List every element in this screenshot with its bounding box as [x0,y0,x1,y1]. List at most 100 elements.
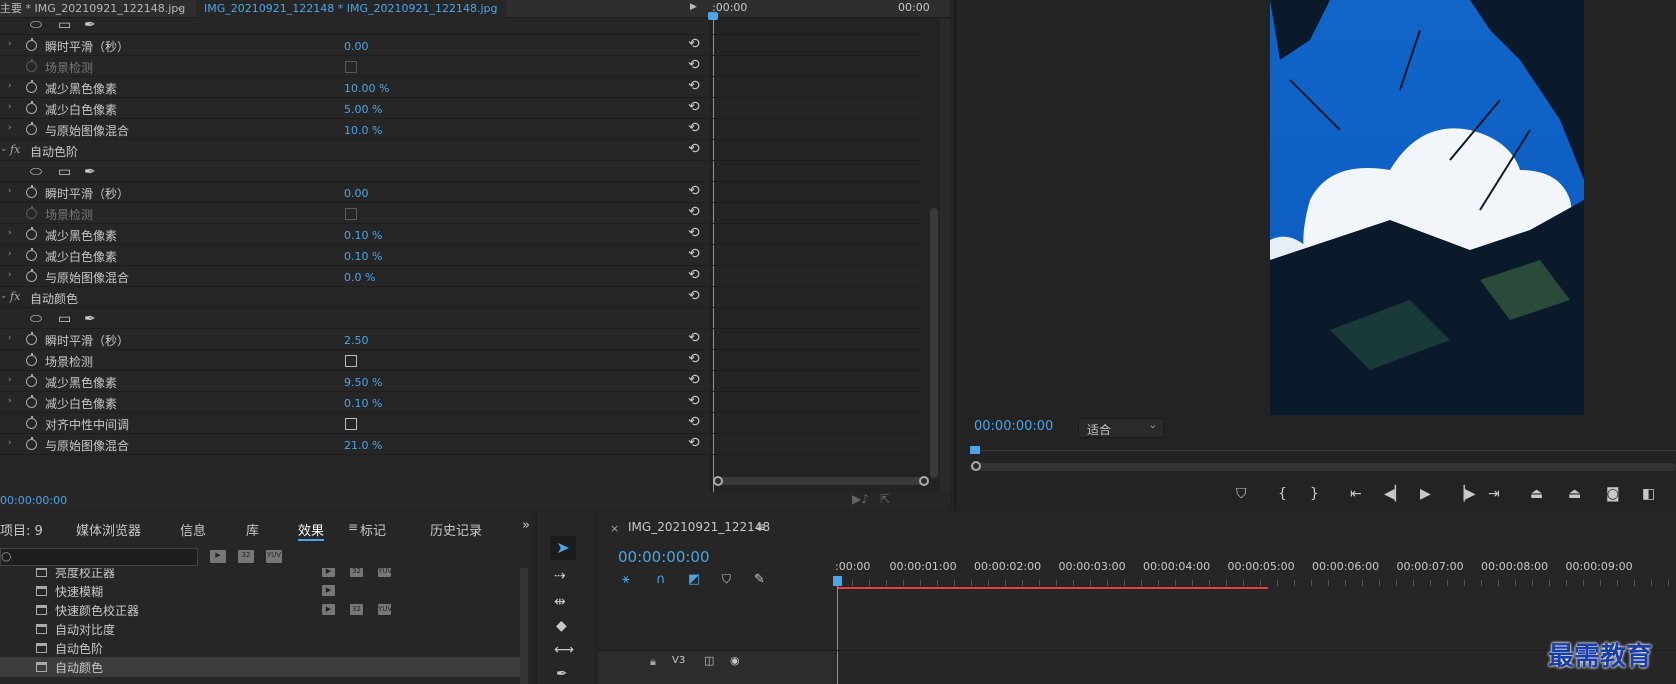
effects-search-input[interactable]: ○ [0,548,198,566]
32bit-effects-icon[interactable]: 32 [238,550,254,563]
nest-icon[interactable]: ⚹ [622,572,630,587]
panel-menu-icon[interactable]: ≡ [756,520,766,534]
sync-lock-icon[interactable]: ◫ [704,654,714,667]
reset-icon[interactable]: ⟲ [688,288,700,304]
yuv-effects-icon[interactable]: YUV [266,550,282,563]
stopwatch-icon[interactable] [26,269,37,282]
effect-row-check[interactable]: 场景检测 ⟲ [0,350,710,371]
mark-in-icon[interactable]: { [1278,486,1287,502]
effect-list-item[interactable]: 自动色阶 [0,638,520,658]
stopwatch-icon[interactable] [26,80,37,93]
effect-row-prop[interactable]: › 与原始图像混合 0.0 % ⟲ [0,266,710,287]
track-select-tool[interactable]: ⇢ [554,568,566,584]
fx-icon[interactable]: fx [10,143,20,156]
property-value[interactable]: 0.10 % [344,229,382,242]
scroll-handle-left[interactable] [971,461,981,471]
scene-detect-checkbox[interactable] [345,355,357,367]
reset-icon[interactable]: ⟲ [688,57,700,73]
panel-menu-icon[interactable]: ≡ [348,520,358,534]
add-marker-icon[interactable]: ⛉ [722,572,731,587]
effects-list-scrollbar[interactable] [520,568,528,684]
linked-selection-icon[interactable]: ◩ [688,572,700,587]
stopwatch-icon[interactable] [26,59,37,72]
reset-icon[interactable]: ⟲ [688,141,700,157]
scene-detect-checkbox[interactable] [345,208,357,220]
rectangle-mask-icon[interactable]: ▭ [58,311,71,327]
scrollbar-thumb[interactable] [930,208,938,478]
effect-row-check[interactable]: 对齐中性中间调 ⟲ [0,413,710,434]
tab-4[interactable]: 效果 [298,520,325,541]
chevron-right-icon[interactable]: › [8,438,12,448]
play-triangle-icon[interactable]: ▶ [690,2,697,12]
effect-list-item[interactable]: 快速颜色校正器 ▶ 32 YUV [0,600,520,620]
chevron-right-icon[interactable]: › [8,39,12,49]
stopwatch-icon[interactable] [26,248,37,261]
pen-mask-icon[interactable]: ✒ [84,164,96,180]
effect-row-mask[interactable]: ⬭ ▭ ✒ [0,14,710,35]
footer-timecode[interactable]: 00:00:00:00 [0,494,67,507]
property-value[interactable]: 0.0 % [344,271,375,284]
effect-row-prop[interactable]: › 瞬时平滑（秒） 0.00 ⟲ [0,182,710,203]
kf-zoom-scrollbar[interactable] [713,476,929,486]
property-value[interactable]: 9.50 % [344,376,382,389]
ellipse-mask-icon[interactable]: ⬭ [30,311,42,327]
scroll-handle-left[interactable] [713,476,723,486]
stopwatch-icon[interactable] [26,206,37,219]
reset-icon[interactable]: ⟲ [688,78,700,94]
stopwatch-icon[interactable] [26,38,37,51]
property-value[interactable]: 10.0 % [344,124,382,137]
fx-icon[interactable]: fx [10,290,20,303]
property-value[interactable]: 0.10 % [344,250,382,263]
lock-icon[interactable]: 🔒︎ [650,655,656,669]
reset-icon[interactable]: ⟲ [688,351,700,367]
effect-row-header[interactable]: ⌄ fx 自动色阶 ⟲ [0,140,710,161]
tab-3[interactable]: 库 [246,520,259,539]
fit-dropdown[interactable]: 适合 ⌄ [1078,418,1164,438]
chevron-right-icon[interactable]: › [8,228,12,238]
ripple-edit-tool[interactable]: ⇹ [554,594,566,610]
sequence-tab[interactable]: IMG_20210921_122148 [628,520,770,534]
tab-5[interactable]: 标记 [360,520,386,539]
program-playhead[interactable] [970,446,980,454]
effect-row-check[interactable]: 场景检测 ⟲ [0,203,710,224]
slip-tool[interactable]: ⟷ [554,642,574,658]
reset-icon[interactable]: ⟲ [688,372,700,388]
stopwatch-icon[interactable] [26,332,37,345]
chevron-right-icon[interactable]: › [8,102,12,112]
stopwatch-icon[interactable] [26,416,37,429]
effect-row-prop[interactable]: › 减少白色像素 0.10 % ⟲ [0,245,710,266]
wrench-icon[interactable]: ✎ [754,572,765,587]
chevron-right-icon[interactable]: › [8,81,12,91]
property-value[interactable]: 2.50 [344,334,369,347]
comparison-view-icon[interactable]: ◧ [1642,486,1655,502]
effect-row-prop[interactable]: › 减少黑色像素 10.00 % ⟲ [0,77,710,98]
program-timecode[interactable]: 00:00:00:00 [974,419,1053,434]
chevron-down-icon[interactable]: ⌄ [176,2,184,13]
kf-playhead-handle[interactable] [708,12,718,20]
chevron-right-icon[interactable]: › [8,249,12,259]
play-audio-icon[interactable]: ▶♪ [852,492,869,506]
extract-icon[interactable]: ⏏ [1568,486,1581,502]
scene-detect-checkbox[interactable] [345,61,357,73]
tab-6[interactable]: 历史记录 [430,520,482,539]
tab-1[interactable]: 媒体浏览器 [76,520,141,539]
add-marker-icon[interactable]: ⛉ [1236,486,1247,502]
chevron-right-icon[interactable]: › [8,375,12,385]
chevron-right-icon[interactable]: › [8,123,12,133]
chevron-right-icon[interactable]: › [8,186,12,196]
chevron-down-icon[interactable]: ⌄ [0,291,8,301]
more-tabs-icon[interactable]: » [522,518,530,533]
property-value[interactable]: 0.00 [344,40,369,53]
property-value[interactable]: 10.00 % [344,82,389,95]
eye-icon[interactable]: ◉ [730,654,740,667]
step-back-icon[interactable]: ◀▏ [1384,486,1406,502]
lift-icon[interactable]: ⏏ [1530,486,1543,502]
chevron-right-icon[interactable]: › [8,270,12,280]
effect-list-item[interactable]: 自动对比度 [0,619,520,639]
scene-detect-checkbox[interactable] [345,418,357,430]
stopwatch-icon[interactable] [26,437,37,450]
go-to-out-icon[interactable]: ⇥ [1488,486,1500,502]
stopwatch-icon[interactable] [26,185,37,198]
stopwatch-icon[interactable] [26,101,37,114]
chevron-down-icon[interactable]: ⌄ [0,144,8,154]
